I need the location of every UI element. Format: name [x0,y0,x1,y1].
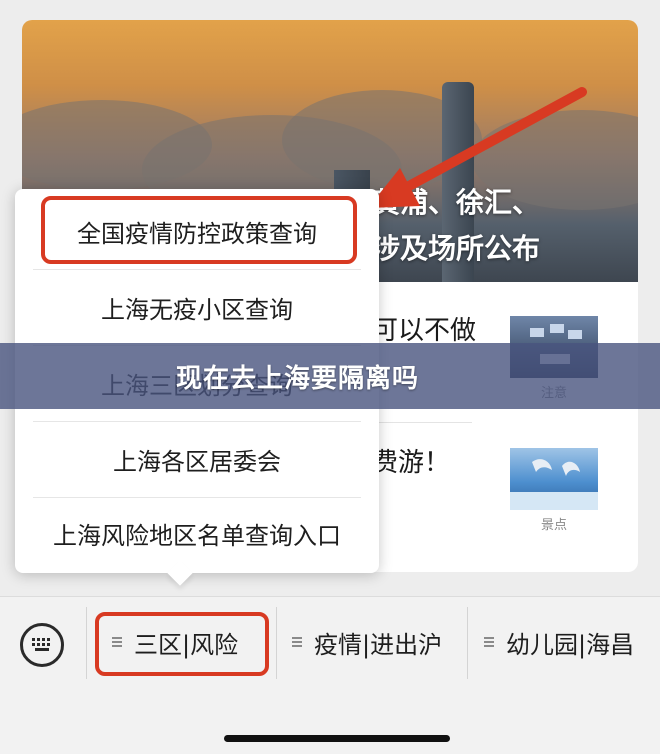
tab-epidemic-travel[interactable]: 疫情|进出沪 [292,617,442,667]
tab-divider [467,607,468,679]
overlay-title: 现在去上海要隔离吗 [176,363,420,394]
keyboard-icon[interactable] [20,623,64,667]
tab-kindergarten-haichang[interactable]: 幼儿园|海昌 [484,617,634,667]
menu-item-neighborhood-committee[interactable]: 上海各区居委会 [15,421,379,497]
menu-item-highlight [41,196,357,264]
home-indicator[interactable] [224,735,450,742]
tab-label: 疫情|进出沪 [314,630,443,659]
tab-divider [276,607,277,679]
menu-item-risk-areas[interactable]: 上海风险地区名单查询入口 [15,495,379,571]
tab-highlight [95,612,269,676]
tab-label: 幼儿园|海昌 [506,630,635,659]
menu-icon [484,635,494,649]
tab-divider [86,607,87,679]
menu-icon [292,635,302,649]
menu-item-covid-free-community[interactable]: 上海无疫小区查询 [15,269,379,345]
overlay-band: 现在去上海要隔离吗 [0,343,660,409]
